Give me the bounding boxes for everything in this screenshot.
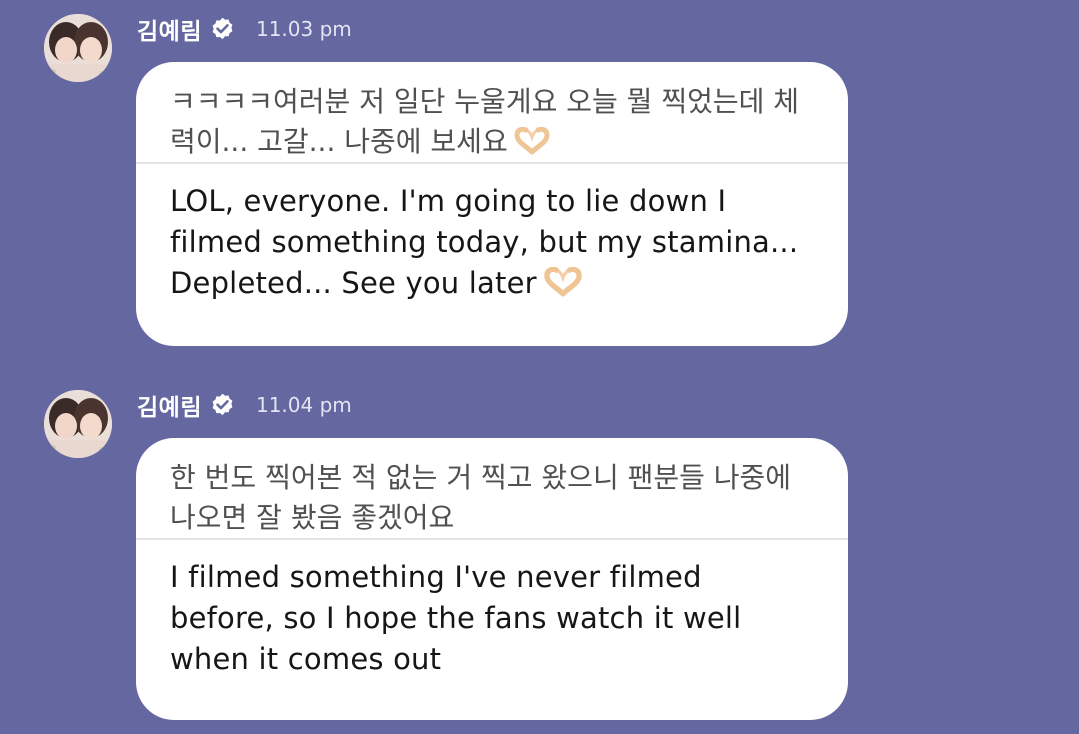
timestamp: 11.03 pm: [255, 17, 352, 41]
message-header: 김예림 11.04 pm: [137, 388, 352, 422]
heart-hands-icon: [512, 127, 552, 155]
translated-text-content: I filmed something I've never filmed bef…: [170, 560, 742, 676]
translated-text: LOL, everyone. I'm going to lie down I f…: [136, 164, 848, 304]
avatar-image: [44, 390, 112, 458]
original-text: ㅋㅋㅋㅋ여러분 저 일단 누울게요 오늘 뭘 찍었는데 체력이... 고갈...…: [136, 62, 848, 162]
timestamp: 11.04 pm: [255, 393, 352, 417]
message-header: 김예림 11.03 pm: [137, 12, 352, 46]
heart-hands-icon: [541, 267, 585, 297]
verified-badge-icon: [209, 392, 236, 419]
original-text-content: 한 번도 찍어본 적 없는 거 찍고 왔으니 팬분들 나중에 나오면 잘 봤음 …: [170, 461, 792, 534]
message-bubble[interactable]: ㅋㅋㅋㅋ여러분 저 일단 누울게요 오늘 뭘 찍었는데 체력이... 고갈...…: [136, 62, 848, 346]
translated-text-content: LOL, everyone. I'm going to lie down I f…: [170, 184, 799, 300]
sender-name[interactable]: 김예림: [137, 388, 202, 422]
verified-badge-icon: [209, 16, 236, 43]
avatar-image: [44, 14, 112, 82]
message-bubble[interactable]: 한 번도 찍어본 적 없는 거 찍고 왔으니 팬분들 나중에 나오면 잘 봤음 …: [136, 438, 848, 720]
sender-name[interactable]: 김예림: [137, 12, 202, 46]
original-text-content: ㅋㅋㅋㅋ여러분 저 일단 누울게요 오늘 뭘 찍었는데 체력이... 고갈...…: [170, 85, 800, 158]
original-text: 한 번도 찍어본 적 없는 거 찍고 왔으니 팬분들 나중에 나오면 잘 봤음 …: [136, 438, 848, 538]
avatar[interactable]: [44, 14, 112, 82]
avatar[interactable]: [44, 390, 112, 458]
translated-text: I filmed something I've never filmed bef…: [136, 540, 848, 680]
